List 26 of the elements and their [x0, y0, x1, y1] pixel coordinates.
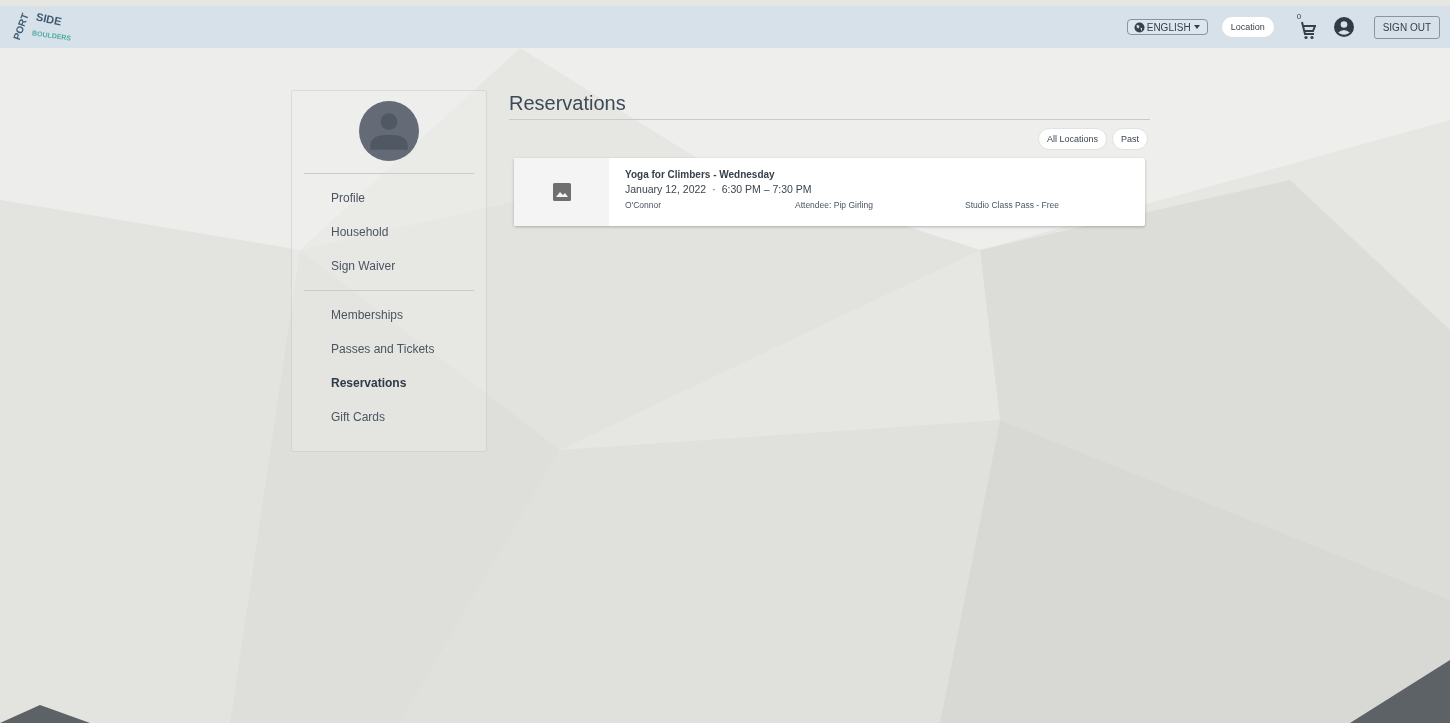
reservation-location: O'Connor — [625, 200, 663, 210]
sidebar-item[interactable]: Reservations — [331, 373, 476, 393]
image-icon — [552, 183, 571, 201]
filter-chip[interactable]: All Locations — [1037, 128, 1107, 150]
reservation-date: January 12, 2022 — [625, 183, 707, 195]
page-title: Reservations — [509, 90, 1150, 120]
language-dropdown[interactable]: ENGLISH — [1126, 19, 1208, 35]
sidebar-item[interactable]: Memberships — [331, 305, 476, 325]
avatar-icon — [357, 101, 421, 161]
globe-icon — [1133, 21, 1145, 33]
reservation-pass: Studio Class Pass - Free — [965, 200, 1060, 210]
caret-icon — [1192, 24, 1201, 30]
sign-out-button[interactable]: SIGN OUT — [1373, 15, 1440, 39]
sidebar-item[interactable]: Gift Cards — [331, 407, 476, 427]
sidebar-item[interactable]: Household — [331, 222, 476, 242]
reservation-time: 6:30 PM – 7:30 PM — [721, 183, 812, 195]
account-icon[interactable] — [1333, 17, 1354, 37]
separator-dot: · — [712, 183, 716, 195]
reservation-title: Yoga for Climbers - Wednesday — [625, 169, 776, 180]
sidebar-item[interactable]: Profile — [331, 188, 476, 208]
sidebar-item[interactable]: Passes and Tickets — [331, 339, 476, 359]
cart-button[interactable]: 0 — [1295, 14, 1318, 40]
reservation-attendee: Attendee: Pip Girling — [795, 200, 874, 210]
sidebar-item[interactable]: Sign Waiver — [331, 256, 476, 276]
location-button[interactable]: Location — [1221, 17, 1274, 37]
reservation-card[interactable]: Yoga for Climbers - Wednesday January 12, 2022 · 6:30 PM – 7:30 PM O'Connor Attendee: Pip Girling Studio Class Pass - Free — [514, 158, 1145, 226]
